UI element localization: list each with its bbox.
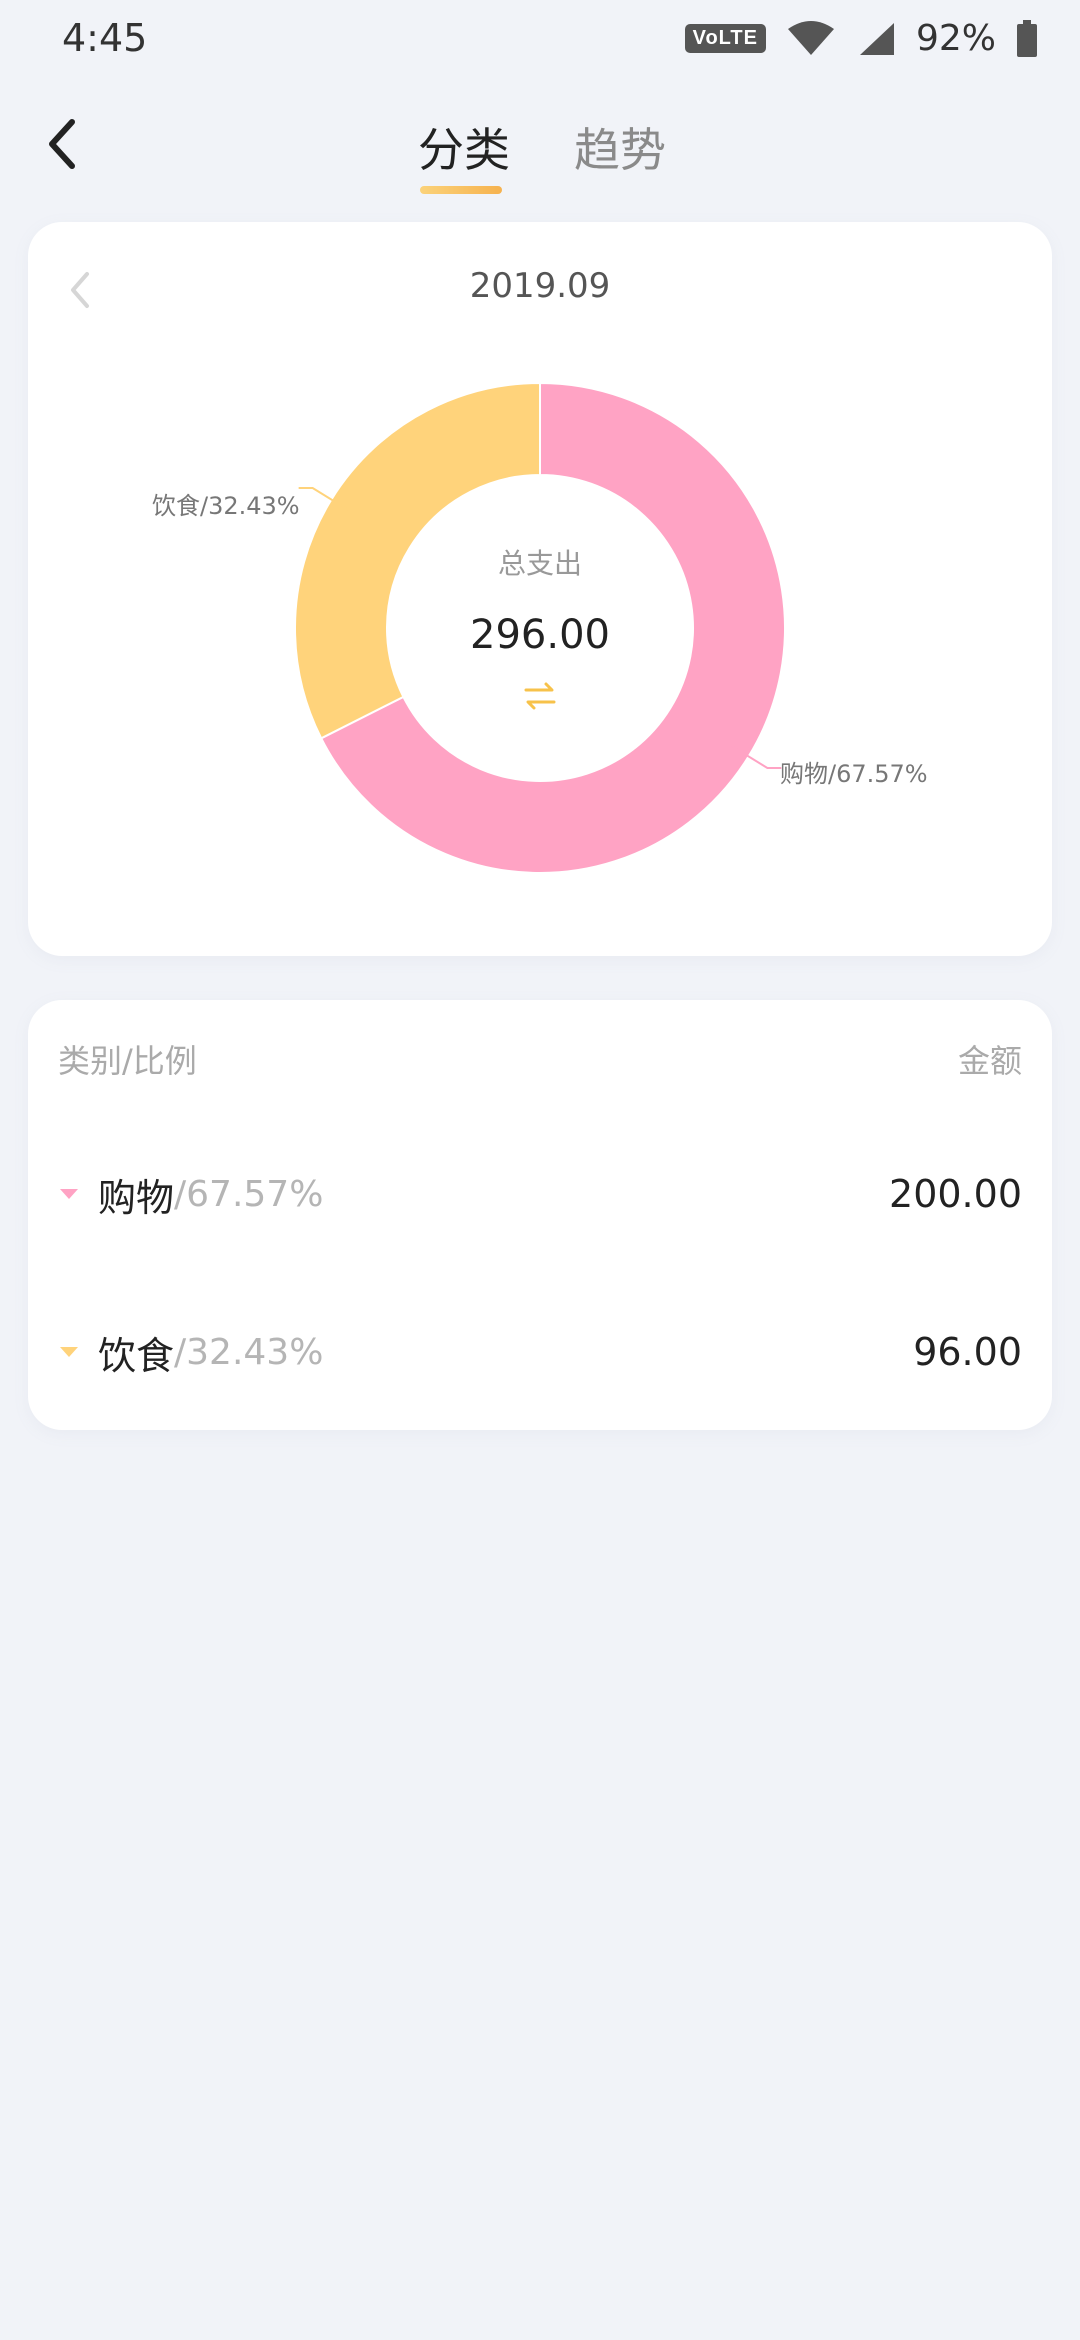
row-category-name: 饮食 bbox=[98, 1333, 175, 1378]
header: 分类 趋势 bbox=[0, 100, 1080, 200]
total-expense-title: 总支出 bbox=[497, 547, 582, 580]
list-row-food[interactable]: 饮食 /32.43% 96.00 bbox=[58, 1292, 1022, 1412]
battery-percent: 92% bbox=[915, 18, 996, 59]
list-header-category: 类别/比例 bbox=[58, 1042, 197, 1080]
slice-label-shopping: 购物/67.57% bbox=[780, 760, 928, 788]
category-list-card: 类别/比例 金额 购物 /67.57% 200.00 饮食 /32.43% 96… bbox=[28, 1000, 1052, 1430]
triangle-down-icon bbox=[60, 1347, 78, 1357]
tab-category[interactable]: 分类 bbox=[418, 114, 510, 180]
tab-active-indicator bbox=[420, 186, 502, 194]
list-header-amount: 金额 bbox=[957, 1042, 1022, 1080]
swap-icon[interactable] bbox=[520, 676, 560, 716]
donut-center: 总支出 296.00 bbox=[340, 542, 740, 720]
tab-trend[interactable]: 趋势 bbox=[574, 114, 666, 180]
list-header: 类别/比例 金额 bbox=[58, 1036, 1022, 1082]
row-amount: 96.00 bbox=[913, 1330, 1022, 1374]
status-bar: 4:45 VoLTE 92% bbox=[0, 0, 1080, 84]
row-category-percent: /32.43% bbox=[174, 1331, 324, 1373]
total-expense-value: 296.00 bbox=[470, 612, 610, 658]
row-category-name: 购物 bbox=[98, 1175, 175, 1220]
row-category-percent: /67.57% bbox=[174, 1173, 324, 1215]
wifi-icon bbox=[787, 20, 834, 55]
back-button[interactable] bbox=[36, 112, 86, 176]
chart-card: 2019.09 购物/67.57% 饮食/32.43% 总支出 296.00 bbox=[28, 222, 1052, 956]
slice-label-food: 饮食/32.43% bbox=[152, 492, 300, 520]
volte-badge: VoLTE bbox=[684, 24, 766, 53]
row-amount: 200.00 bbox=[889, 1172, 1022, 1216]
chevron-left-icon bbox=[49, 119, 75, 169]
triangle-down-icon bbox=[60, 1189, 78, 1199]
list-row-shopping[interactable]: 购物 /67.57% 200.00 bbox=[58, 1134, 1022, 1254]
battery-icon bbox=[1017, 19, 1037, 57]
status-time: 4:45 bbox=[62, 16, 148, 60]
signal-icon bbox=[859, 22, 894, 55]
status-icons: VoLTE 92% bbox=[684, 18, 1038, 59]
